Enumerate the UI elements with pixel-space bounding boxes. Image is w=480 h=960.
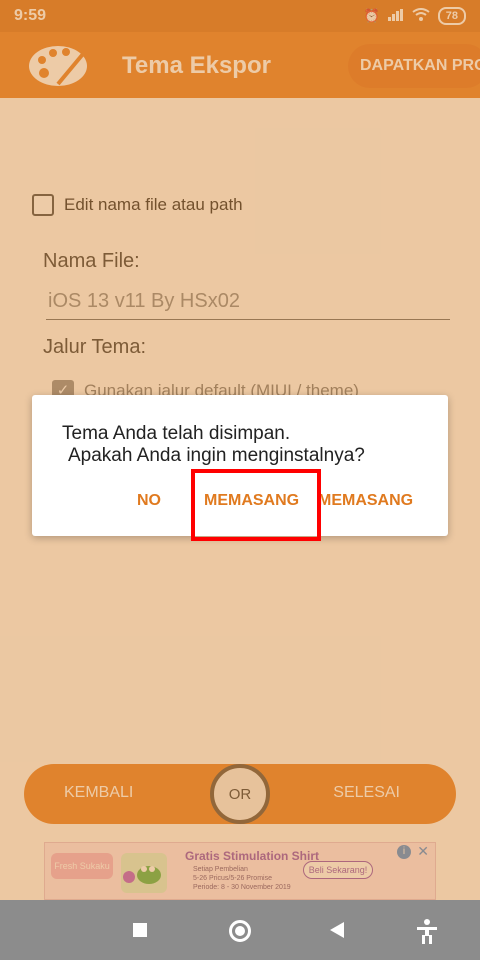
recents-icon[interactable]: [133, 923, 147, 937]
back-icon[interactable]: [330, 922, 344, 938]
dialog-message-line1: Tema Anda telah disimpan.: [62, 423, 291, 444]
install-button-secondary[interactable]: MEMASANG: [318, 492, 413, 510]
no-button[interactable]: NO: [137, 492, 161, 510]
dialog-message-line2: Apakah Anda ingin menginstalnya?: [68, 445, 365, 466]
highlight-box: [191, 469, 321, 541]
system-nav-bar: [0, 900, 480, 960]
home-icon[interactable]: [229, 920, 251, 942]
accessibility-icon[interactable]: [415, 918, 439, 944]
